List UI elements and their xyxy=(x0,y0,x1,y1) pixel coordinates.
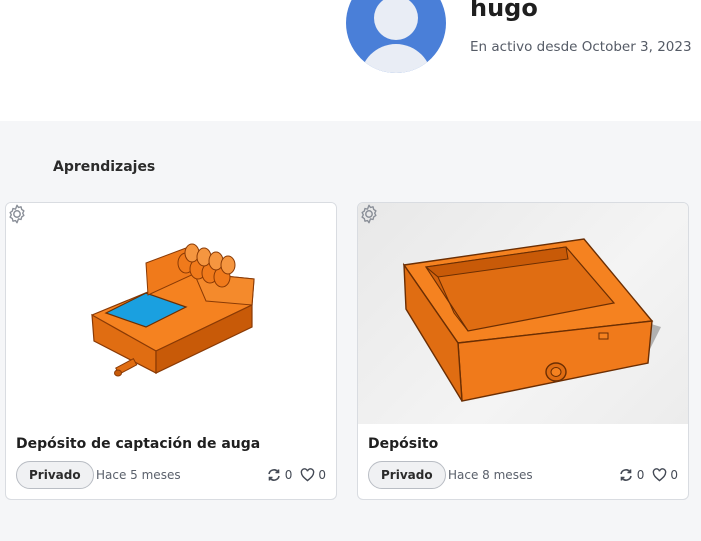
tab-aprendizajes[interactable]: Aprendizajes xyxy=(53,159,155,175)
design-thumbnail[interactable] xyxy=(358,203,688,424)
remix-icon xyxy=(619,469,632,481)
design-card[interactable]: Depósito Privado Hace 8 meses 0 0 xyxy=(357,202,689,500)
remix-icon xyxy=(267,469,280,481)
profile-header: hugo En activo desde October 3, 2023 xyxy=(0,0,701,121)
avatar-head-shape xyxy=(374,0,418,40)
remix-stat: 0 xyxy=(618,467,645,483)
avatar[interactable] xyxy=(346,0,446,73)
like-stat[interactable]: 0 xyxy=(300,468,326,482)
active-since: En activo desde October 3, 2023 xyxy=(470,39,692,55)
avatar-body-shape xyxy=(360,44,432,73)
model-water-tank-render xyxy=(91,243,255,377)
updated-time: Hace 5 meses xyxy=(96,468,181,482)
remix-stat: 0 xyxy=(266,467,293,483)
like-stat[interactable]: 0 xyxy=(652,468,678,482)
heart-icon[interactable] xyxy=(300,468,315,482)
privacy-badge: Privado xyxy=(368,461,446,489)
design-stats: 0 0 xyxy=(610,467,678,483)
design-card[interactable]: Depósito de captación de auga Privado Ha… xyxy=(5,202,337,500)
model-box-render xyxy=(402,238,661,402)
updated-time: Hace 8 meses xyxy=(448,468,533,482)
design-title[interactable]: Depósito xyxy=(368,436,438,452)
username: hugo xyxy=(470,0,538,22)
designs-gallery: go Aprendizajes xyxy=(0,121,701,541)
gear-icon[interactable] xyxy=(358,203,380,225)
remix-count: 0 xyxy=(636,468,645,482)
like-count: 0 xyxy=(318,468,326,482)
design-title[interactable]: Depósito de captación de auga xyxy=(16,436,260,452)
like-count: 0 xyxy=(670,468,678,482)
remix-count: 0 xyxy=(284,468,293,482)
heart-icon[interactable] xyxy=(652,468,667,482)
design-thumbnail[interactable] xyxy=(6,203,336,424)
gear-icon[interactable] xyxy=(6,203,28,225)
design-stats: 0 0 xyxy=(258,467,326,483)
privacy-badge: Privado xyxy=(16,461,94,489)
